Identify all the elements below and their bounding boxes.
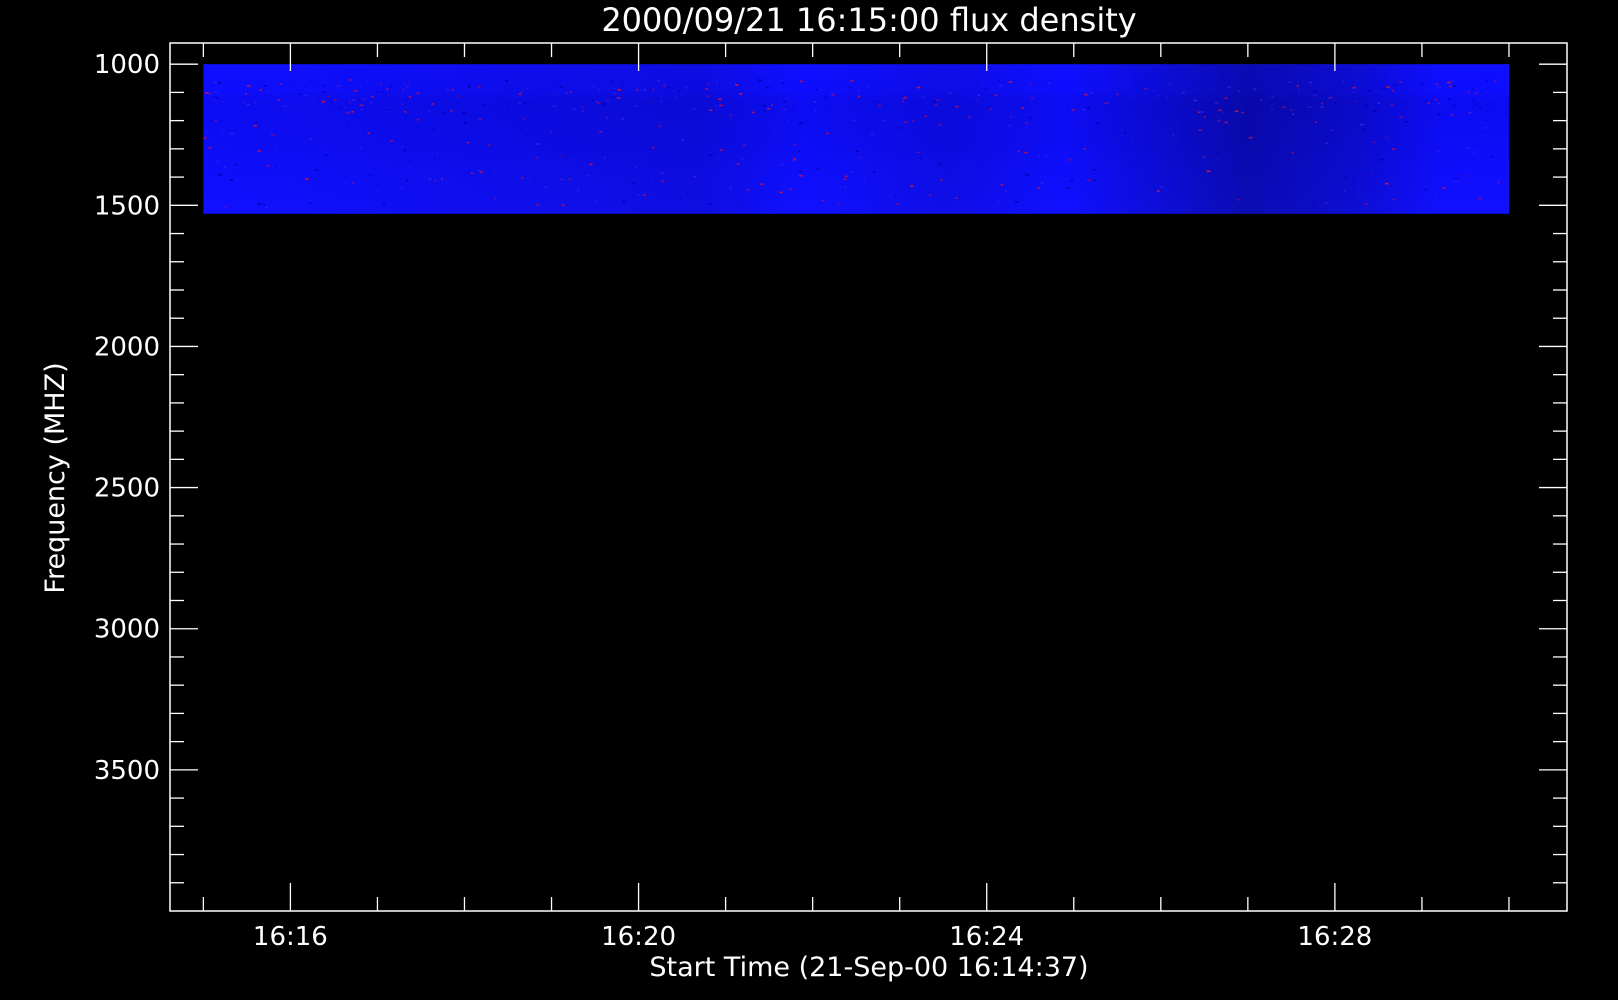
y-tick-label: 3000 — [94, 615, 160, 645]
spectrogram-figure: 2000/09/21 16:15:00 flux density 1000 150… — [40, 1, 1568, 983]
y-axis-label: Frequency (MHZ) — [40, 362, 71, 593]
x-tick-label: 16:28 — [1297, 922, 1372, 952]
x-axis-label: Start Time (21-Sep-00 16:14:37) — [649, 952, 1088, 983]
y-tick-label: 2500 — [94, 474, 160, 504]
y-tick-label: 1500 — [94, 191, 160, 221]
y-tick-label: 2000 — [94, 332, 160, 362]
x-tick-label: 16:20 — [601, 922, 676, 952]
y-tick-label: 3500 — [94, 756, 160, 786]
y-tick-label: 1000 — [94, 50, 160, 80]
x-tick-label: 16:16 — [253, 922, 328, 952]
x-tick-label: 16:24 — [949, 922, 1024, 952]
data-region — [203, 64, 1509, 214]
chart-title: 2000/09/21 16:15:00 flux density — [601, 1, 1136, 39]
